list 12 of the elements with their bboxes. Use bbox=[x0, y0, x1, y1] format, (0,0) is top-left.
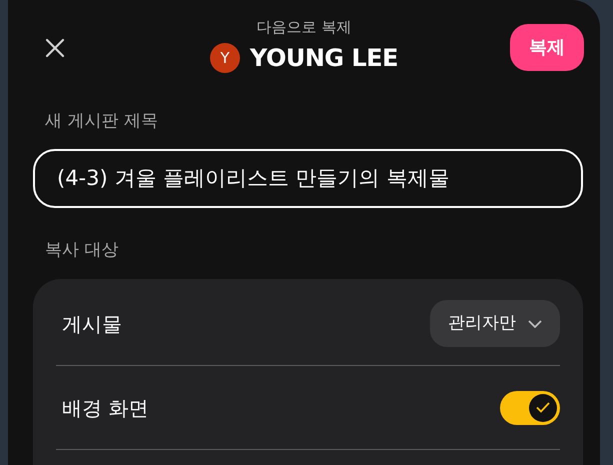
visibility-dropdown[interactable]: 관리자만 bbox=[430, 300, 560, 347]
title-input[interactable]: (4-3) 겨울 플레이리스트 만들기의 복제물 bbox=[33, 148, 583, 208]
section-label: 복사 대상 bbox=[45, 238, 120, 262]
user-avatar: Y bbox=[210, 43, 240, 73]
toggle-switch[interactable] bbox=[500, 390, 560, 424]
checkmark-icon bbox=[536, 402, 550, 413]
account-name: YOUNG LEE bbox=[250, 43, 398, 74]
option-label: 게시물 bbox=[62, 310, 122, 338]
option-label: 배경 화면 bbox=[62, 394, 148, 422]
chevron-down-icon bbox=[528, 320, 542, 328]
dialog-subtitle: 다음으로 복제 bbox=[256, 17, 352, 38]
field-label: 새 게시판 제목 bbox=[45, 110, 159, 133]
